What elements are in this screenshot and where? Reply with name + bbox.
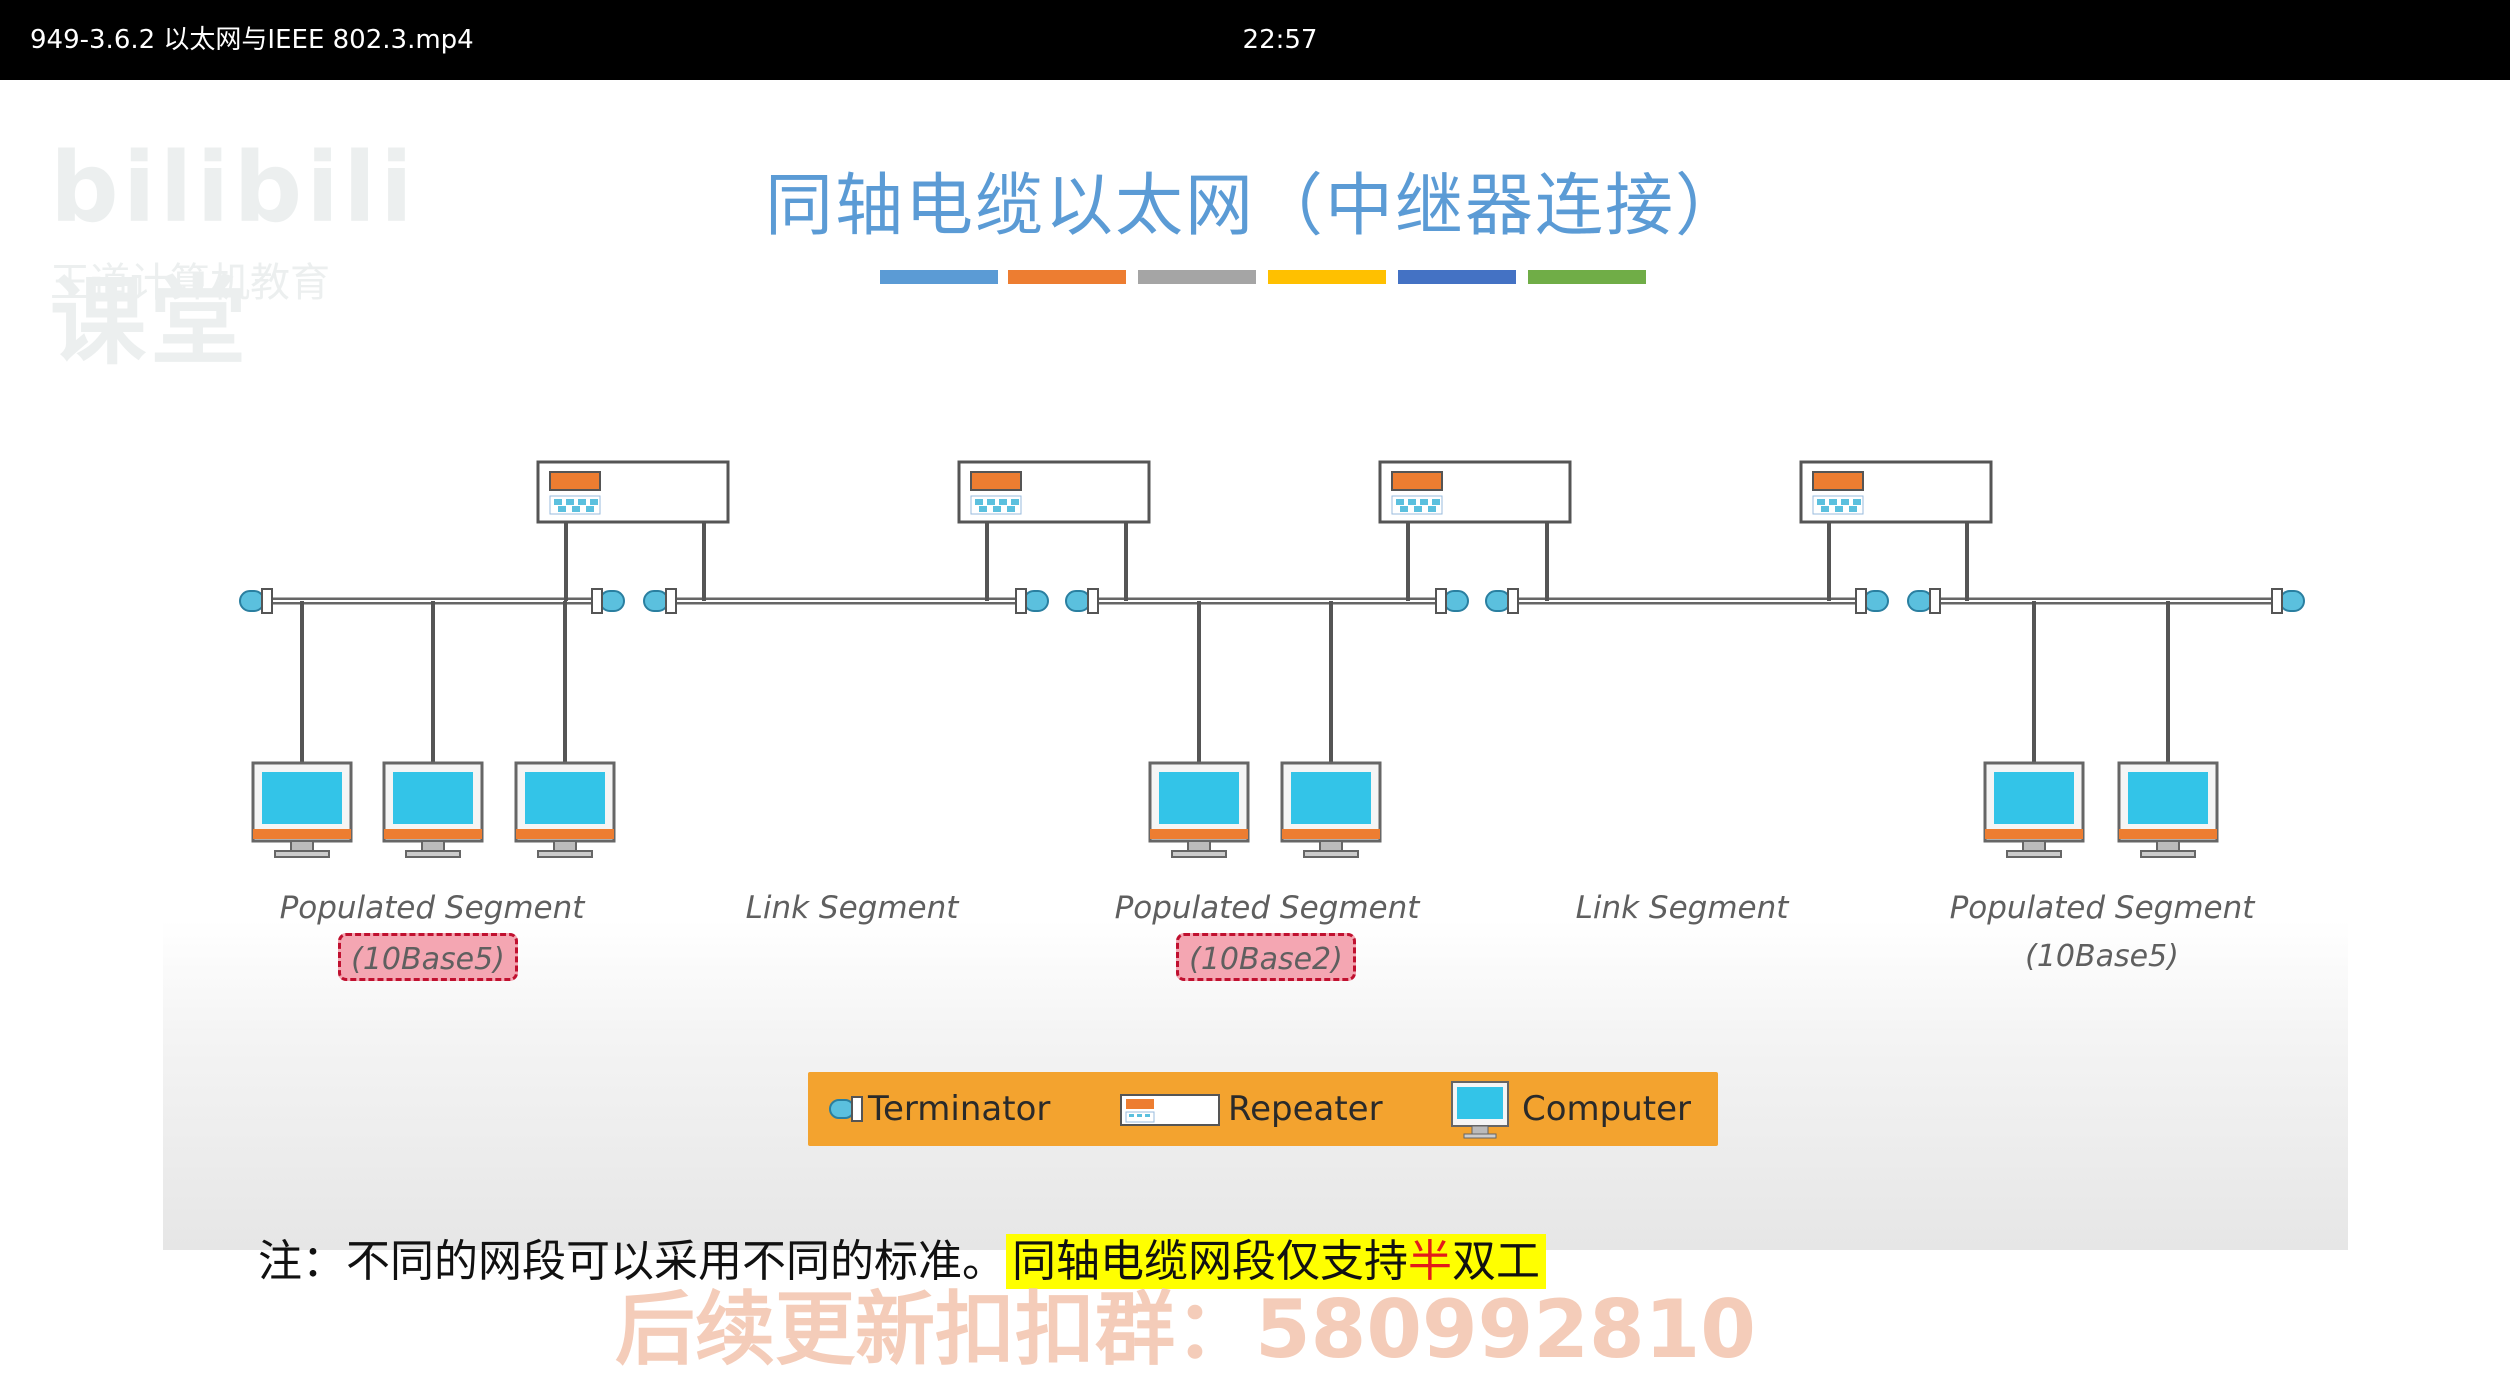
segment-3-standard: (10Base2)	[1176, 933, 1356, 981]
repeater-3-links	[1406, 522, 1549, 601]
computer-1	[251, 761, 353, 859]
repeater-1-links	[564, 522, 706, 601]
network-diagram	[239, 460, 2305, 859]
segment-3-label: Populated Segment	[1114, 890, 1420, 926]
segment-1-label: Populated Segment	[279, 890, 585, 926]
segment-5-standard: (10Base5)	[2025, 939, 2179, 974]
legend-terminator: Terminator	[868, 1089, 1051, 1129]
repeater-3	[1378, 460, 1572, 524]
computer-2	[382, 761, 484, 859]
legend-computer: Computer	[1522, 1089, 1692, 1129]
repeater-2	[957, 460, 1151, 524]
legend-repeater: Repeater	[1228, 1089, 1383, 1129]
segment-3-cable	[1065, 588, 1469, 765]
computer-7	[2117, 761, 2219, 859]
clock: 22:57	[1242, 25, 1318, 55]
segment-2-label: Link Segment	[745, 890, 959, 926]
diagram-legend: Terminator Repeater Computer	[808, 1072, 1718, 1146]
segment-1-cable	[239, 588, 625, 765]
slide: bilibili课堂 王道计算机教育 同轴电缆以太网（中继器连接） Popula…	[0, 80, 2510, 1376]
segment-5-label: Populated Segment	[1949, 890, 2255, 926]
computer-4	[1148, 761, 1250, 859]
computer-icon	[1451, 1081, 1509, 1139]
segment-4-label: Link Segment	[1575, 890, 1789, 926]
computer-5	[1280, 761, 1382, 859]
repeater-1	[536, 460, 730, 524]
segment-5-cable	[1907, 588, 2305, 765]
computer-3	[514, 761, 616, 859]
repeater-2-links	[985, 522, 1128, 601]
watermark-text: 后续更新扣扣群：580992810	[615, 1283, 1756, 1376]
segment-1-standard: (10Base5)	[338, 933, 518, 981]
repeater-icon	[1120, 1094, 1220, 1126]
terminator-icon	[829, 1096, 863, 1122]
video-title-bar: 949-3.6.2 以太网与IEEE 802.3.mp4 22:57	[0, 0, 2510, 80]
repeater-4-links	[1827, 522, 1969, 601]
repeater-4	[1799, 460, 1993, 524]
computer-6	[1983, 761, 2085, 859]
